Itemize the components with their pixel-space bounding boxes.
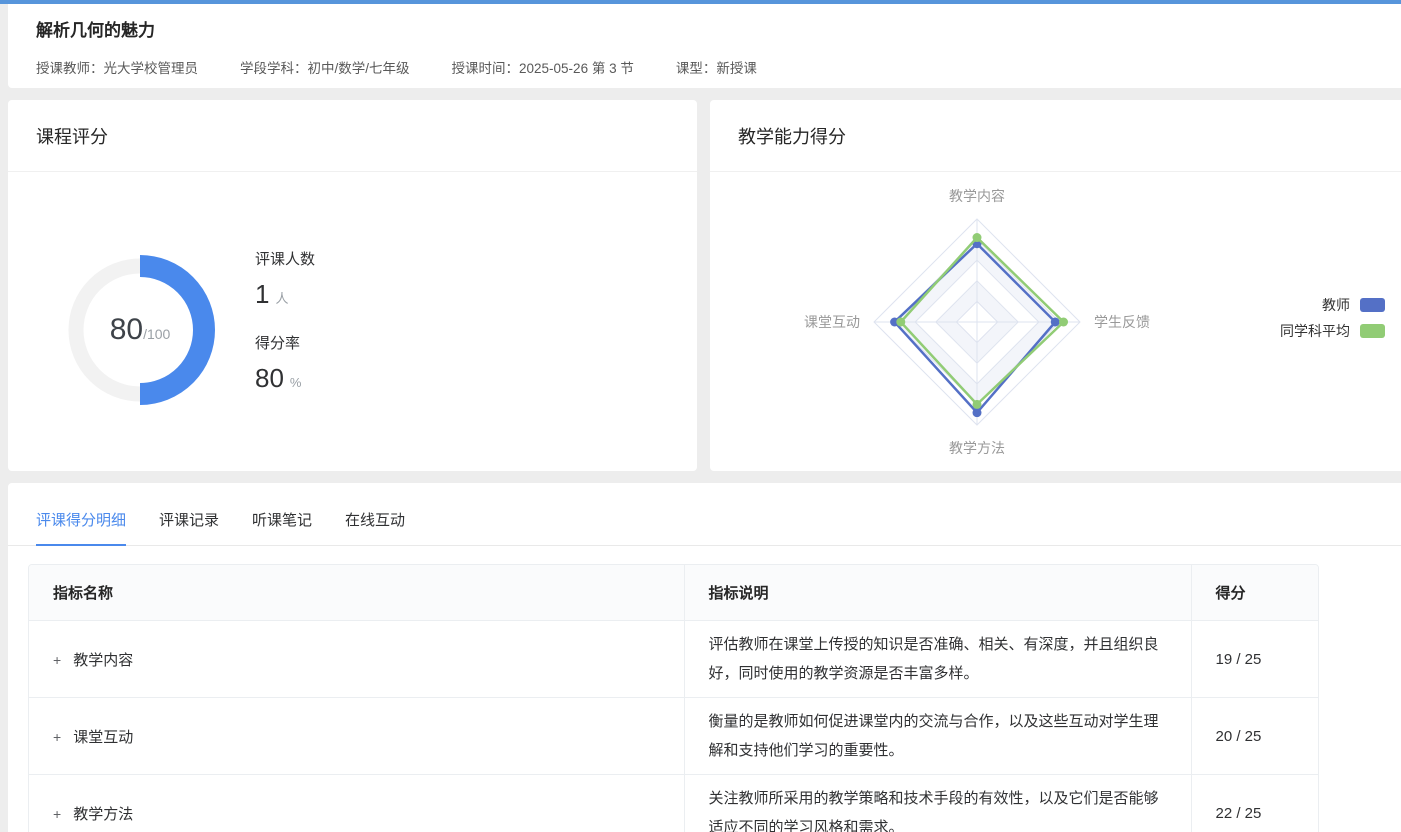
detail-card: 评课得分明细 评课记录 听课笔记 在线互动 指标名称 指标说明 得分 + 教学内容… <box>8 483 1401 832</box>
radar-axis-label: 课堂互动 <box>804 314 860 330</box>
tab-score-detail[interactable]: 评课得分明细 <box>36 509 126 546</box>
course-header-card: 解析几何的魅力 授课教师：光大学校管理员 学段学科：初中/数学/七年级 授课时间… <box>8 4 1401 88</box>
legend-label: 教师 <box>1322 295 1350 315</box>
indicator-desc-cell: 评估教师在课堂上传授的知识是否准确、相关、有深度，并且组织良好，同时使用的教学资… <box>684 621 1191 698</box>
stat-rater-count-label: 评课人数 <box>255 248 315 269</box>
stat-rater-count-value: 1 <box>255 279 269 310</box>
indicator-score-cell: 19 / 25 <box>1191 621 1319 698</box>
indicator-desc-cell: 衡量的是教师如何促进课堂内的交流与合作，以及这些互动对学生理解和支持他们学习的重… <box>684 698 1191 775</box>
meta-time: 授课时间：2025-05-26 第 3 节 <box>452 57 634 77</box>
expand-plus-icon[interactable]: + <box>53 652 61 668</box>
stat-rater-count: 评课人数 1 人 <box>255 248 315 310</box>
indicator-name: 课堂互动 <box>73 729 133 746</box>
col-header-score: 得分 <box>1191 565 1319 621</box>
stat-score-rate-label: 得分率 <box>255 332 315 353</box>
score-donut-chart: 80 /100 <box>45 235 235 425</box>
stat-score-rate: 得分率 80 % <box>255 332 315 394</box>
meta-course-type: 课型：新授课 <box>676 57 757 77</box>
indicator-name-cell: + 教学方法 <box>29 775 684 832</box>
table-header-row: 指标名称 指标说明 得分 <box>29 565 1319 621</box>
stat-score-rate-value: 80 <box>255 363 284 394</box>
score-detail-table: 指标名称 指标说明 得分 + 教学内容 评估教师在课堂上传授的知识是否准确、相关、… <box>28 564 1319 832</box>
col-header-indicator-desc: 指标说明 <box>684 565 1191 621</box>
col-header-indicator-name: 指标名称 <box>29 565 684 621</box>
expand-plus-icon[interactable]: + <box>53 729 61 745</box>
legend-color-marker <box>1360 324 1385 338</box>
indicator-score-cell: 20 / 25 <box>1191 698 1319 775</box>
score-card-title: 课程评分 <box>8 100 697 172</box>
table-row: + 课堂互动 衡量的是教师如何促进课堂内的交流与合作，以及这些互动对学生理解和支持… <box>29 698 1319 775</box>
legend-color-marker <box>1360 298 1385 312</box>
tab-online-interaction[interactable]: 在线互动 <box>345 509 405 546</box>
tab-evaluation-records[interactable]: 评课记录 <box>159 509 219 546</box>
teaching-ability-card: 教学能力得分 教学内容学生反馈教学方法 课堂互动 教师同学科平均 <box>710 100 1401 471</box>
indicator-score-cell: 22 / 25 <box>1191 775 1319 832</box>
indicator-desc-cell: 关注教师所采用的教学策略和技术手段的有效性，以及它们是否能够适应不同的学习风格和… <box>684 775 1191 832</box>
legend-label: 同学科平均 <box>1280 321 1350 341</box>
legend-item[interactable]: 教师 <box>1280 292 1385 318</box>
table-row: + 教学内容 评估教师在课堂上传授的知识是否准确、相关、有深度，并且组织良好，同时… <box>29 621 1319 698</box>
page-title: 解析几何的魅力 <box>36 16 1401 41</box>
stat-rater-count-unit: 人 <box>275 288 288 307</box>
meta-teacher: 授课教师：光大学校管理员 <box>36 57 198 77</box>
legend-item[interactable]: 同学科平均 <box>1280 318 1385 344</box>
radar-legend: 教师同学科平均 <box>1280 292 1385 344</box>
course-score-card: 课程评分 80 /100 评课人数 1 人 <box>8 100 697 471</box>
donut-score-max: /100 <box>143 326 170 342</box>
indicator-name-cell: + 教学内容 <box>29 621 684 698</box>
expand-plus-icon[interactable]: + <box>53 806 61 822</box>
indicator-name: 教学方法 <box>73 806 133 823</box>
radar-card-title: 教学能力得分 <box>710 100 1401 172</box>
radar-axis-label: 学生反馈 <box>1094 314 1150 330</box>
donut-center-label: 80 /100 <box>45 235 235 425</box>
table-row: + 教学方法 关注教师所采用的教学策略和技术手段的有效性，以及它们是否能够适应不同… <box>29 775 1319 832</box>
indicator-name-cell: + 课堂互动 <box>29 698 684 775</box>
stat-score-rate-unit: % <box>290 375 302 390</box>
radar-axis-label: 教学内容 <box>949 188 1005 204</box>
donut-score-value: 80 <box>110 313 143 347</box>
tab-listening-notes[interactable]: 听课笔记 <box>252 509 312 546</box>
meta-grade-subject: 学段学科：初中/数学/七年级 <box>240 57 410 77</box>
course-meta-row: 授课教师：光大学校管理员 学段学科：初中/数学/七年级 授课时间：2025-05… <box>36 57 1401 77</box>
detail-tabs: 评课得分明细 评课记录 听课笔记 在线互动 <box>8 483 1401 546</box>
indicator-name: 教学内容 <box>73 652 133 669</box>
score-stats: 评课人数 1 人 得分率 80 % <box>255 248 315 394</box>
radar-axis-label: 教学方法 <box>949 440 1005 456</box>
